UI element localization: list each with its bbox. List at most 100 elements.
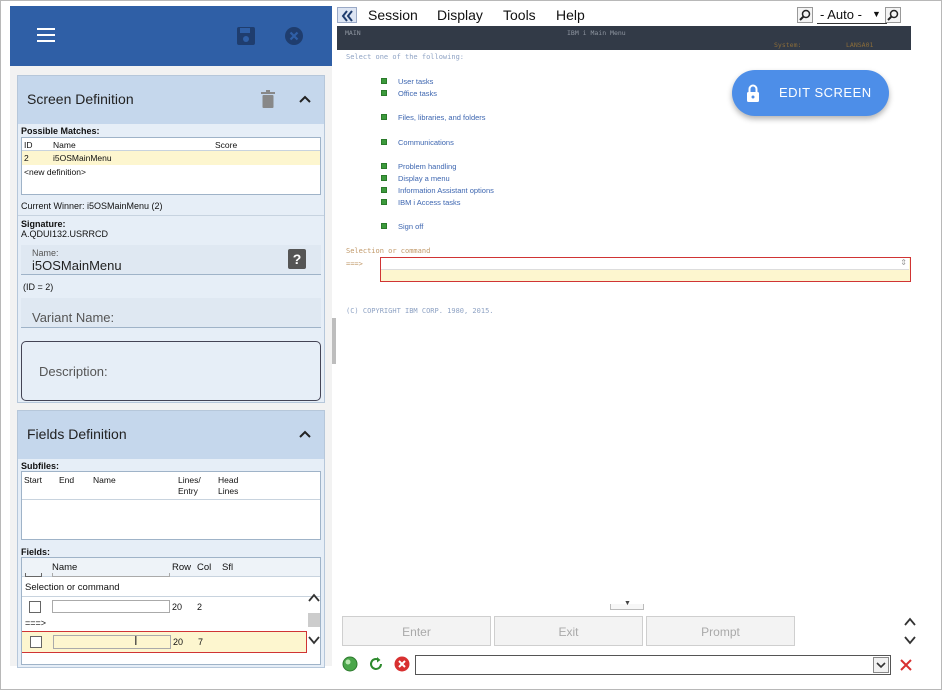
option-icon — [381, 163, 387, 169]
app-window: Screen Definition Possible Matches: ID N… — [0, 0, 942, 690]
field-row-checkbox[interactable] — [30, 636, 42, 648]
description-field[interactable]: Description: — [21, 341, 321, 401]
table-row-new-definition[interactable]: <new definition> — [22, 165, 320, 179]
disconnect-icon[interactable] — [394, 656, 410, 672]
name-label: Name: — [32, 248, 59, 258]
page-scroll-control[interactable] — [903, 615, 917, 651]
name-field[interactable]: Name: i5OSMainMenu ? — [21, 245, 321, 275]
option-ibm-i-access[interactable]: IBM i Access tasks — [398, 198, 461, 207]
spinner-icon: ⇕ — [900, 258, 907, 267]
option-icon — [381, 223, 387, 229]
field-arrow-text: ===> — [25, 618, 47, 628]
menu-help[interactable]: Help — [556, 7, 585, 23]
clear-x-icon[interactable] — [898, 657, 914, 673]
zoom-in-icon[interactable] — [885, 7, 901, 23]
expand-handle[interactable]: ▼ — [610, 600, 644, 610]
field-row-selected[interactable]: I 20 7 — [22, 631, 307, 653]
field-row-name-input[interactable] — [52, 600, 170, 613]
col-header-entry: Entry — [178, 486, 198, 496]
fields-definition-header[interactable]: Fields Definition — [18, 411, 324, 459]
subfiles-header-row: Start End Name Lines/ Entry Head Lines — [22, 472, 320, 500]
option-problem-handling[interactable]: Problem handling — [398, 162, 456, 171]
option-office-tasks[interactable]: Office tasks — [398, 89, 437, 98]
option-icon — [381, 114, 387, 120]
chevron-down-icon: ▼ — [624, 600, 631, 607]
field-row-row: 20 — [172, 602, 183, 612]
option-icon — [381, 175, 387, 181]
col-header-col: Col — [197, 562, 212, 573]
screen-definition-header[interactable]: Screen Definition — [18, 76, 324, 124]
field-row[interactable]: 20 2 — [22, 597, 320, 617]
menu-session[interactable]: Session — [368, 7, 418, 23]
chevron-down-icon: ▼ — [872, 9, 881, 19]
option-display-menu[interactable]: Display a menu — [398, 174, 450, 183]
menu-tools[interactable]: Tools — [503, 7, 536, 23]
panel-splitter[interactable] — [332, 318, 336, 364]
designer-toolbar — [10, 6, 332, 66]
row-name: i5OSMainMenu — [53, 153, 112, 163]
name-value: i5OSMainMenu — [32, 258, 122, 273]
current-winner-text: Current Winner: i5OSMainMenu (2) — [21, 201, 163, 211]
save-icon[interactable] — [236, 26, 256, 46]
subfiles-table: Start End Name Lines/ Entry Head Lines — [21, 471, 321, 540]
zoom-out-icon[interactable] — [797, 7, 813, 23]
col-header-head-lines: Lines — [218, 486, 239, 496]
select-prompt: Select one of the following: — [346, 53, 465, 61]
refresh-icon[interactable] — [368, 656, 384, 672]
option-communications[interactable]: Communications — [398, 138, 454, 147]
close-circle-icon[interactable] — [284, 26, 304, 46]
text-cursor-icon: I — [134, 633, 138, 648]
option-files-libraries[interactable]: Files, libraries, and folders — [398, 113, 486, 122]
field-arrow-row: ===> — [22, 617, 320, 631]
combo-dropdown-icon[interactable] — [873, 657, 889, 673]
system-label: System: — [774, 41, 802, 49]
enter-button[interactable]: Enter — [342, 616, 491, 646]
option-icon — [381, 199, 387, 205]
fields-scrollbar[interactable] — [307, 577, 320, 664]
id-note: (ID = 2) — [23, 282, 54, 292]
table-header-row: ID Name Score — [22, 138, 320, 151]
option-sign-off[interactable]: Sign off — [398, 222, 423, 231]
option-user-tasks[interactable]: User tasks — [398, 77, 433, 86]
zoom-select[interactable]: - Auto - ▼ — [817, 6, 887, 24]
col-header-start: Start — [24, 475, 42, 485]
description-label: Description: — [39, 364, 108, 379]
terminal-title: IBM i Main Menu — [567, 29, 626, 37]
hamburger-menu-icon[interactable] — [37, 28, 55, 42]
menu-display[interactable]: Display — [437, 7, 483, 23]
variant-name-label: Variant Name: — [32, 310, 115, 325]
command-combo-input[interactable] — [415, 655, 891, 675]
option-icon — [381, 139, 387, 145]
system-value: LANSA01 — [846, 41, 874, 49]
prompt-button[interactable]: Prompt — [646, 616, 795, 646]
field-row-name-input[interactable]: I — [53, 633, 171, 649]
col-header-end: End — [59, 475, 75, 485]
collapse-chevron-icon[interactable] — [298, 92, 312, 106]
fields-table: Name Row Col Sfl Selection or command 20… — [21, 557, 321, 665]
edit-screen-label: EDIT SCREEN — [779, 85, 872, 100]
field-group-row: Selection or command — [22, 577, 320, 597]
field-row-col: 7 — [198, 637, 204, 647]
possible-matches-table: ID Name Score 2 i5OSMainMenu <new defini… — [21, 137, 321, 195]
trash-icon[interactable] — [261, 90, 275, 108]
possible-matches-label: Possible Matches: — [21, 126, 100, 136]
fields-label: Fields: — [21, 547, 51, 557]
option-icon — [381, 78, 387, 84]
copyright-text: (C) COPYRIGHT IBM CORP. 1980, 2015. — [346, 307, 494, 315]
collapse-chevron-icon[interactable] — [298, 427, 312, 441]
fields-header-row: Name Row Col Sfl — [22, 558, 320, 577]
collapse-left-icon[interactable] — [337, 7, 357, 23]
fields-definition-title: Fields Definition — [27, 426, 127, 442]
exit-button[interactable]: Exit — [494, 616, 643, 646]
table-row[interactable]: 2 i5OSMainMenu — [22, 151, 320, 165]
option-info-assistant[interactable]: Information Assistant options — [398, 186, 494, 195]
option-icon — [381, 90, 387, 96]
field-row-checkbox[interactable] — [29, 601, 41, 613]
help-icon[interactable]: ? — [288, 249, 306, 269]
screen-definition-title: Screen Definition — [27, 91, 134, 107]
command-input[interactable]: ⇕ — [380, 257, 911, 282]
variant-name-field[interactable]: Variant Name: — [21, 298, 321, 328]
edit-screen-button[interactable]: EDIT SCREEN — [732, 70, 889, 116]
col-header-sfl: Sfl — [222, 562, 234, 573]
option-icon — [381, 187, 387, 193]
